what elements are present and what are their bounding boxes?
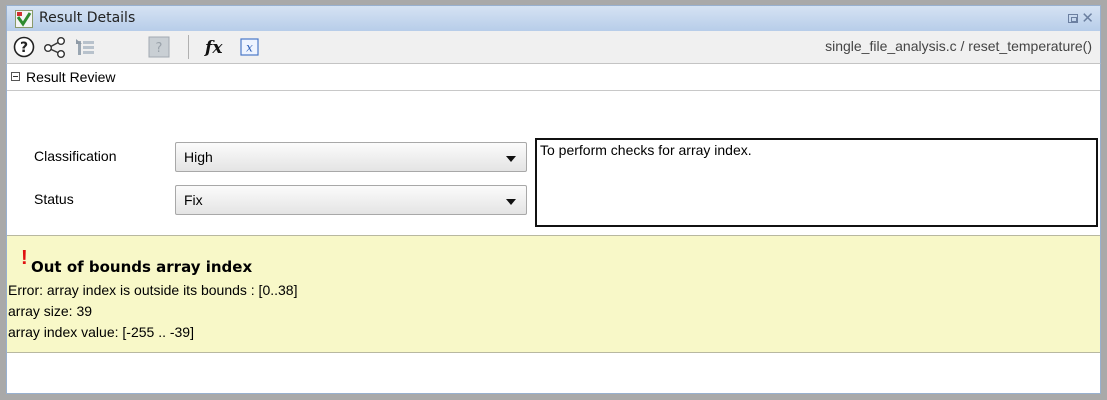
message-title: Out of bounds array index xyxy=(31,258,253,276)
svg-text:?: ? xyxy=(20,40,28,56)
classification-dropdown[interactable]: High xyxy=(175,142,527,172)
comment-textarea[interactable]: To perform checks for array index. xyxy=(535,138,1098,227)
message-line: array size: 39 xyxy=(8,303,93,319)
result-details-content: Result Review Classification High Status… xyxy=(6,63,1101,394)
message-line: Error: array index is outside its bounds… xyxy=(8,282,298,298)
status-label: Status xyxy=(34,191,74,207)
call-graph-icon[interactable] xyxy=(43,36,67,58)
svg-text:?: ? xyxy=(156,41,163,56)
svg-text:x: x xyxy=(246,41,253,55)
result-details-window: Result Details ✕ ? ? fx x single_file_an… xyxy=(0,0,1107,400)
error-icon: ! xyxy=(21,247,28,269)
breadcrumb: single_file_analysis.c / reset_temperatu… xyxy=(825,38,1092,54)
title-bar: Result Details ✕ xyxy=(6,5,1101,31)
window-title: Result Details xyxy=(39,10,136,26)
result-review-header: Result Review xyxy=(7,64,1100,91)
polyspace-app-icon xyxy=(15,10,33,28)
toolbar: ? ? fx x single_file_analysis.c / reset_… xyxy=(6,31,1101,63)
collapse-icon[interactable] xyxy=(11,72,20,81)
classification-value: High xyxy=(184,149,213,165)
chevron-down-icon xyxy=(506,199,516,205)
message-line: array index value: [-255 .. -39] xyxy=(8,324,194,340)
close-icon[interactable]: ✕ xyxy=(1081,9,1094,27)
classification-label: Classification xyxy=(34,148,117,164)
unknown-icon[interactable]: ? xyxy=(147,36,171,58)
section-title: Result Review xyxy=(26,69,116,85)
variable-icon[interactable]: x xyxy=(239,36,261,58)
svg-text:fx: fx xyxy=(204,38,223,58)
result-message-panel: ! Out of bounds array index Error: array… xyxy=(7,235,1100,353)
function-icon[interactable]: fx xyxy=(203,36,229,58)
navigate-icon[interactable] xyxy=(74,36,98,58)
chevron-down-icon xyxy=(506,156,516,162)
restore-icon[interactable] xyxy=(1068,14,1078,23)
toolbar-separator xyxy=(188,35,189,59)
help-icon[interactable]: ? xyxy=(13,36,35,58)
status-value: Fix xyxy=(184,192,203,208)
status-dropdown[interactable]: Fix xyxy=(175,185,527,215)
